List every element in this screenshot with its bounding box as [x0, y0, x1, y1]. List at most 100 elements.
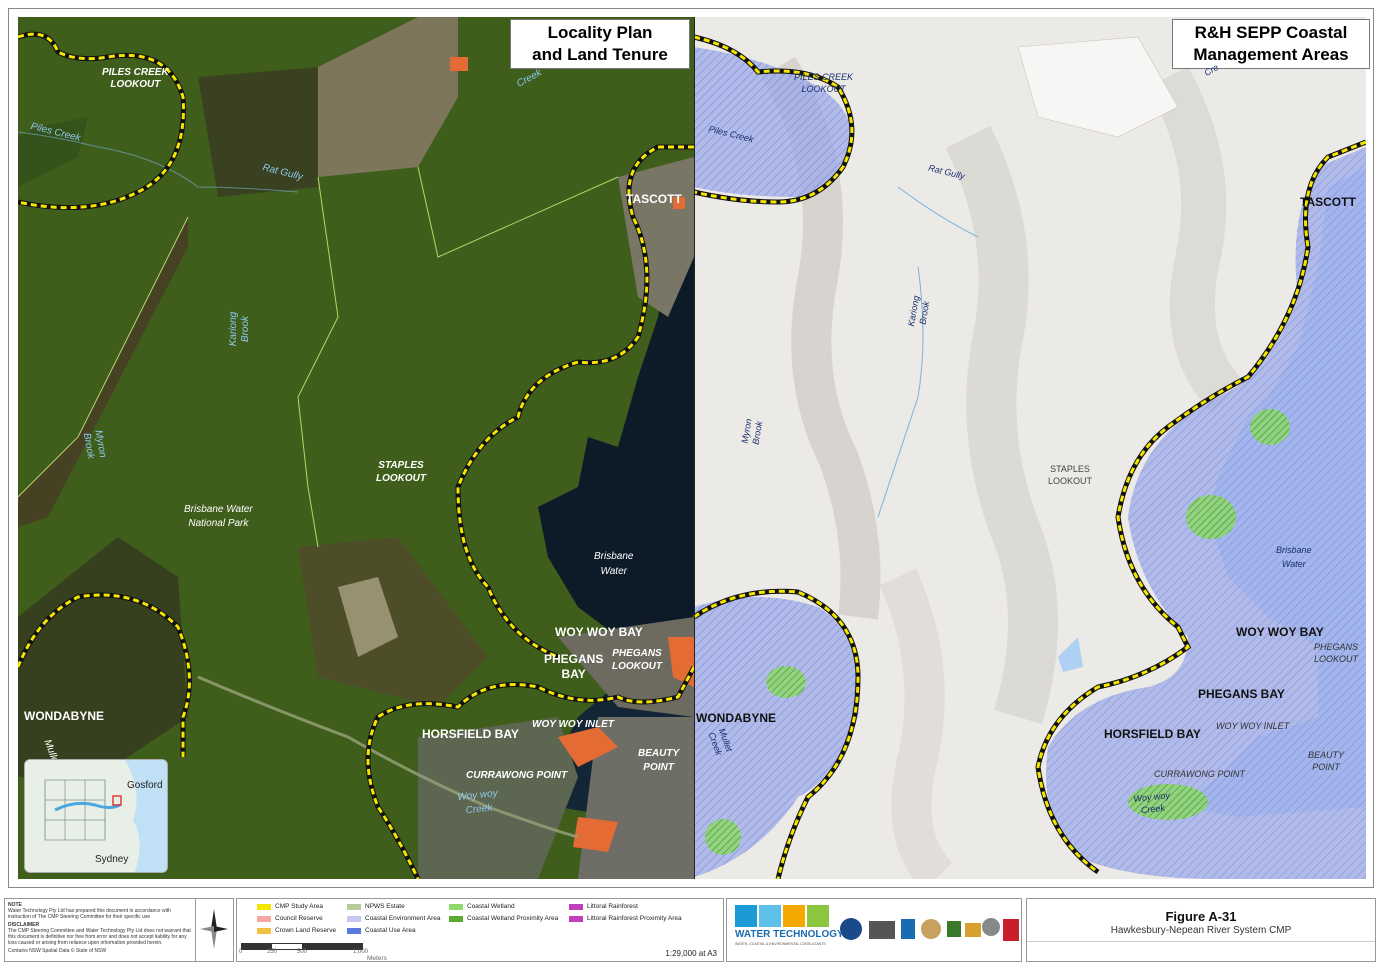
- r-phegans-bay-label: PHEGANS BAY: [1198, 687, 1285, 701]
- note-text: Water Technology Pty Ltd has prepared th…: [8, 908, 171, 920]
- legend-swatch: [347, 915, 361, 922]
- scale-tick-1000: 1,000: [353, 949, 369, 955]
- scale-tick-0: 0: [239, 949, 243, 955]
- title-block: Figure A-31 Hawkesbury-Nepean River Syst…: [1026, 898, 1376, 962]
- r-beauty-point-label: BEAUTY POINT: [1308, 750, 1345, 772]
- woy-woy-inlet-label: WOY WOY INLET: [532, 719, 614, 730]
- staples-lookout-label: STAPLES LOOKOUT: [376, 460, 426, 484]
- legend-item: Coastal Wetland: [449, 903, 515, 910]
- inset-gosford-label: Gosford: [127, 780, 163, 791]
- legend-label: CMP Study Area: [275, 903, 323, 910]
- legend-label: Littoral Rainforest Proximity Area: [587, 915, 682, 922]
- r-currawong-point-label: CURRAWONG POINT: [1154, 769, 1245, 779]
- legend-item: Coastal Environment Area: [347, 915, 441, 922]
- legend-box: CMP Study Area Council Reserve Crown Land …: [236, 898, 724, 962]
- inset-sydney-label: Sydney: [95, 854, 129, 865]
- north-arrow-icon: [200, 909, 228, 949]
- right-panel-map: [692, 17, 1366, 879]
- council-logo-icon: [840, 918, 862, 940]
- inset-map: Gosford Sydney: [24, 759, 168, 873]
- woy-woy-creek-label: Woy woy Creek: [456, 787, 499, 817]
- logo-subtext: WATER, COASTAL & ENVIRONMENTAL CONSULTAN…: [735, 942, 826, 946]
- logo-text: WATER TECHNOLOGY: [735, 929, 844, 940]
- legend-label: Crown Land Reserve: [275, 927, 337, 934]
- title-divider: [1027, 941, 1375, 942]
- legend-label: Littoral Rainforest: [587, 903, 638, 910]
- legend-swatch: [257, 903, 271, 910]
- right-panel-title: R&H SEPP Coastal Management Areas: [1172, 19, 1370, 69]
- phegans-lookout-label: PHEGANS LOOKOUT: [612, 648, 662, 672]
- council2-logo-icon: [947, 921, 961, 937]
- legend-swatch: [347, 903, 361, 910]
- legend-item: Crown Land Reserve: [257, 927, 336, 934]
- myron-brook-label: Myron Brook: [80, 429, 109, 460]
- legend-swatch: [449, 915, 463, 922]
- r-piles-creek-lookout-label: PILES CREEK LOOKOUT: [794, 72, 854, 94]
- left-panel-title: Locality Plan and Land Tenure: [510, 19, 690, 69]
- kariong-brook-label: Kariong Brook: [228, 311, 252, 347]
- logos-box: WATER TECHNOLOGY WATER, COASTAL & ENVIRO…: [726, 898, 1022, 962]
- bird-logo-icon: [982, 918, 1000, 936]
- legend-item: Littoral Rainforest Proximity Area: [569, 915, 682, 922]
- r-tascott-label: TASCOTT: [1300, 195, 1356, 209]
- notes-box: NOTE Water Technology Pty Ltd has prepar…: [4, 898, 196, 962]
- scale-tick-500: 500: [297, 949, 308, 955]
- council3-logo-icon: [965, 923, 981, 937]
- r-phegans-lookout-label: PHEGANS LOOKOUT: [1314, 642, 1359, 664]
- partner-logos: [840, 918, 1019, 941]
- seal-logo-icon: [921, 919, 941, 939]
- hornsby-logo-icon: [869, 921, 895, 939]
- legend-swatch: [257, 915, 271, 922]
- panel-divider: [694, 17, 695, 879]
- map-canvas: [18, 17, 1366, 879]
- brisbane-water-label: Brisbane Water: [594, 551, 634, 577]
- scale-units: Meters: [367, 955, 387, 962]
- legend-swatch: [257, 927, 271, 934]
- legend-swatch: [347, 927, 361, 934]
- scale-tick-250: 250: [267, 949, 278, 955]
- legend-label: Coastal Wetland: [467, 903, 515, 910]
- figure-title: Hawkesbury-Nepean River System CMP: [1110, 925, 1292, 936]
- left-panel-map: [18, 17, 697, 879]
- data-credit: Contains NSW Spatial Data © State of NSW: [8, 948, 107, 954]
- shire-logo-icon: [901, 919, 915, 939]
- woy-woy-bay-label: WOY WOY BAY: [555, 625, 643, 639]
- disclaimer-text: The CMP Steering Committee and Water Tec…: [8, 928, 191, 946]
- phegans-bay-label: PHEGANS BAY: [544, 652, 604, 681]
- legend-swatch: [449, 903, 463, 910]
- horsfield-bay-label: HORSFIELD BAY: [422, 727, 519, 741]
- wondabyne-label: WONDABYNE: [24, 709, 104, 723]
- figure-id: Figure A-31: [1165, 909, 1237, 924]
- legend-item: Coastal Wetland Proximity Area: [449, 915, 558, 922]
- r-brisbane-water-label: Brisbane Water: [1276, 545, 1312, 569]
- north-arrow-box: [196, 898, 234, 962]
- legend-item: CMP Study Area: [257, 903, 323, 910]
- map-footer: NOTE Water Technology Pty Ltd has prepar…: [4, 898, 1376, 962]
- scale-ratio: 1:29,000 at A3: [665, 949, 717, 958]
- legend-item: Council Reserve: [257, 915, 323, 922]
- map-area: Locality Plan and Land Tenure R&H SEPP C…: [18, 17, 1370, 879]
- legend-label: Coastal Use Area: [365, 927, 416, 934]
- r-woy-woy-bay-label: WOY WOY BAY: [1236, 625, 1324, 639]
- legend-item: NPWS Estate: [347, 903, 405, 910]
- legend-swatch: [569, 903, 583, 910]
- r-staples-lookout-label: STAPLES LOOKOUT: [1048, 464, 1093, 486]
- currawong-point-label: CURRAWONG POINT: [466, 770, 568, 781]
- legend-label: Coastal Wetland Proximity Area: [467, 915, 559, 922]
- r-myron-brook-label: Myron Brook: [739, 417, 765, 446]
- r-woy-woy-inlet-label: WOY WOY INLET: [1216, 721, 1290, 731]
- r-woy-woy-creek-label: Woy woy Creek: [1132, 790, 1171, 816]
- national-park-label: Brisbane Water National Park: [184, 504, 253, 529]
- nsw-logo-icon: [1003, 919, 1019, 941]
- legend-swatch: [569, 915, 583, 922]
- legend-item: Coastal Use Area: [347, 927, 416, 934]
- legend-label: Council Reserve: [275, 915, 323, 922]
- legend-item: Littoral Rainforest: [569, 903, 638, 910]
- r-horsfield-bay-label: HORSFIELD BAY: [1104, 727, 1201, 741]
- r-wondabyne-label: WONDABYNE: [696, 711, 776, 725]
- legend-label: Coastal Environment Area: [365, 915, 441, 922]
- legend-label: NPWS Estate: [365, 903, 405, 910]
- tascott-label: TASCOTT: [626, 192, 682, 206]
- piles-creek-lookout-label: PILES CREEK LOOKOUT: [102, 67, 169, 90]
- beauty-point-label: BEAUTY POINT: [638, 748, 680, 773]
